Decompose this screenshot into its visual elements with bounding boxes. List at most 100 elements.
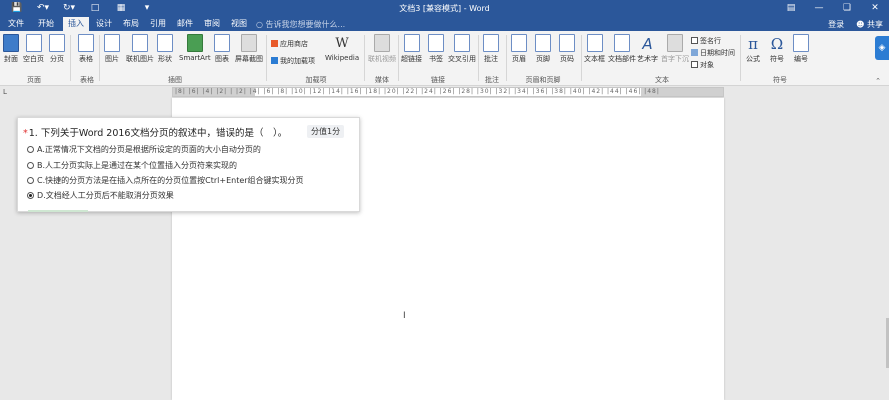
close-icon[interactable]: ✕	[861, 0, 889, 17]
group-separator	[70, 35, 71, 81]
wordart-icon: A	[642, 35, 653, 53]
object-button[interactable]: 对象	[691, 60, 714, 70]
group-label-pages: 页面	[27, 76, 41, 84]
footer-button[interactable]: 页脚	[535, 34, 551, 64]
table-button[interactable]: 表格	[78, 34, 94, 64]
hyperlink-button[interactable]: 超链接	[401, 34, 422, 64]
share-button[interactable]: ☻ 共享	[856, 19, 883, 30]
tab-mailings[interactable]: 邮件	[172, 17, 198, 31]
cross-reference-icon	[454, 34, 470, 52]
cover-page-button[interactable]: 封面	[3, 34, 19, 64]
page-break-button[interactable]: 分页	[49, 34, 65, 64]
group-separator	[506, 35, 507, 81]
page-break-icon	[49, 34, 65, 52]
picture-icon	[104, 34, 120, 52]
tab-references[interactable]: 引用	[145, 17, 171, 31]
wordart-button[interactable]: A 艺术字	[637, 34, 658, 64]
comment-button[interactable]: 批注	[483, 34, 499, 64]
date-time-button[interactable]: 日期和时间	[691, 48, 735, 58]
sign-in-link[interactable]: 登录	[828, 19, 844, 30]
textbox-button[interactable]: 文本框	[584, 34, 605, 64]
textbox-label: 文本框	[584, 55, 605, 63]
question-title: *1. 下列关于Word 2016文档分页的叙述中，错误的是（ ）。	[23, 125, 287, 139]
tab-layout[interactable]: 布局	[118, 17, 144, 31]
numbering-button[interactable]: 编号	[793, 34, 809, 64]
option-b[interactable]: B.人工分页实际上是通过在某个位置插入分页符来实现的	[27, 160, 237, 171]
pictures-button[interactable]: 图片	[104, 34, 120, 64]
cover-page-label: 封面	[4, 55, 18, 63]
tab-file[interactable]: 文件	[3, 17, 29, 31]
window-title: 文档3 [兼容模式] - Word	[399, 4, 490, 13]
bookmark-button[interactable]: 书签	[428, 34, 444, 64]
my-addins-icon	[271, 57, 278, 64]
online-video-button[interactable]: 联机视频	[368, 34, 396, 64]
signature-line-label: 签名行	[700, 37, 721, 45]
table-label: 表格	[79, 55, 93, 63]
tell-me-search[interactable]: ○ 告诉我您想要做什么...	[256, 19, 345, 30]
group-separator	[364, 35, 365, 81]
quick-parts-button[interactable]: 文档部件	[608, 34, 636, 64]
blank-page-button[interactable]: 空白页	[23, 34, 44, 64]
object-icon	[691, 61, 698, 68]
group-label-media: 媒体	[375, 76, 389, 84]
numbering-icon	[793, 34, 809, 52]
comment-icon	[483, 34, 499, 52]
screenshot-icon	[241, 34, 257, 52]
bookmark-icon	[428, 34, 444, 52]
option-a[interactable]: A.正常情况下文档的分页是根据所设定的页面的大小自动分页的	[27, 144, 261, 155]
option-d[interactable]: D.文档经人工分页后不能取消分页效果	[27, 190, 174, 201]
store-label: 应用商店	[280, 40, 308, 48]
online-pictures-label: 联机图片	[126, 55, 154, 63]
header-button[interactable]: 页眉	[511, 34, 527, 64]
collaboration-icon[interactable]: ◈	[875, 36, 889, 60]
hyperlink-label: 超链接	[401, 55, 422, 63]
symbol-button[interactable]: Ω 符号	[770, 34, 784, 64]
chart-button[interactable]: 图表	[214, 34, 230, 64]
page-number-label: 页码	[560, 55, 574, 63]
tab-home[interactable]: 开始	[33, 17, 59, 31]
option-c-label: C.快捷的分页方法是在插入点所在的分页位置按Ctrl+Enter组合键实现分页	[37, 176, 304, 185]
shapes-button[interactable]: 形状	[157, 34, 173, 64]
group-separator	[581, 35, 582, 81]
group-separator	[740, 35, 741, 81]
wikipedia-icon: W	[335, 36, 349, 51]
drop-cap-button[interactable]: 首字下沉	[661, 34, 689, 64]
shapes-label: 形状	[158, 55, 172, 63]
minimize-icon[interactable]: —	[805, 0, 833, 17]
radio-icon	[27, 162, 34, 169]
share-label: 共享	[867, 20, 883, 29]
group-label-links: 链接	[431, 76, 445, 84]
smartart-button[interactable]: SmartArt	[179, 34, 211, 62]
window-controls: ▤ — ❏ ✕	[777, 0, 889, 17]
store-button[interactable]: 应用商店	[271, 39, 308, 49]
page-number-button[interactable]: 页码	[559, 34, 575, 64]
my-addins-button[interactable]: 我的加载项	[271, 56, 315, 66]
answer-indicator	[28, 210, 88, 212]
cross-reference-button[interactable]: 交叉引用	[448, 34, 476, 64]
signature-line-button[interactable]: 签名行	[691, 36, 721, 46]
tab-review[interactable]: 审阅	[199, 17, 225, 31]
group-label-addins: 加载项	[305, 76, 327, 84]
group-separator	[398, 35, 399, 81]
smartart-label: SmartArt	[179, 54, 211, 62]
ribbon-display-icon[interactable]: ▤	[777, 0, 805, 17]
restore-icon[interactable]: ❏	[833, 0, 861, 17]
required-marker: *	[23, 128, 28, 139]
ruler-bar: L |8| |6| |4| |2| | |2| |4| |6| |8| |10|…	[0, 86, 889, 98]
option-c[interactable]: C.快捷的分页方法是在插入点所在的分页位置按Ctrl+Enter组合键实现分页	[27, 175, 304, 186]
tab-selector-icon[interactable]: L	[3, 88, 12, 97]
wikipedia-button[interactable]: W Wikipedia	[325, 34, 359, 62]
online-pictures-button[interactable]: 联机图片	[126, 34, 154, 64]
tab-design[interactable]: 设计	[91, 17, 117, 31]
equation-button[interactable]: π 公式	[746, 34, 760, 64]
group-separator	[478, 35, 479, 81]
store-icon	[271, 40, 278, 47]
tab-view[interactable]: 视图	[226, 17, 252, 31]
horizontal-ruler[interactable]: |8| |6| |4| |2| | |2| |4| |6| |8| |10| |…	[172, 87, 724, 97]
vertical-scrollbar[interactable]	[885, 98, 889, 400]
collapse-ribbon-icon[interactable]: ⌃	[875, 77, 881, 85]
tab-insert[interactable]: 插入	[63, 17, 89, 31]
page-break-label: 分页	[50, 55, 64, 63]
cross-reference-label: 交叉引用	[448, 55, 476, 63]
screenshot-button[interactable]: 屏幕截图	[235, 34, 263, 64]
